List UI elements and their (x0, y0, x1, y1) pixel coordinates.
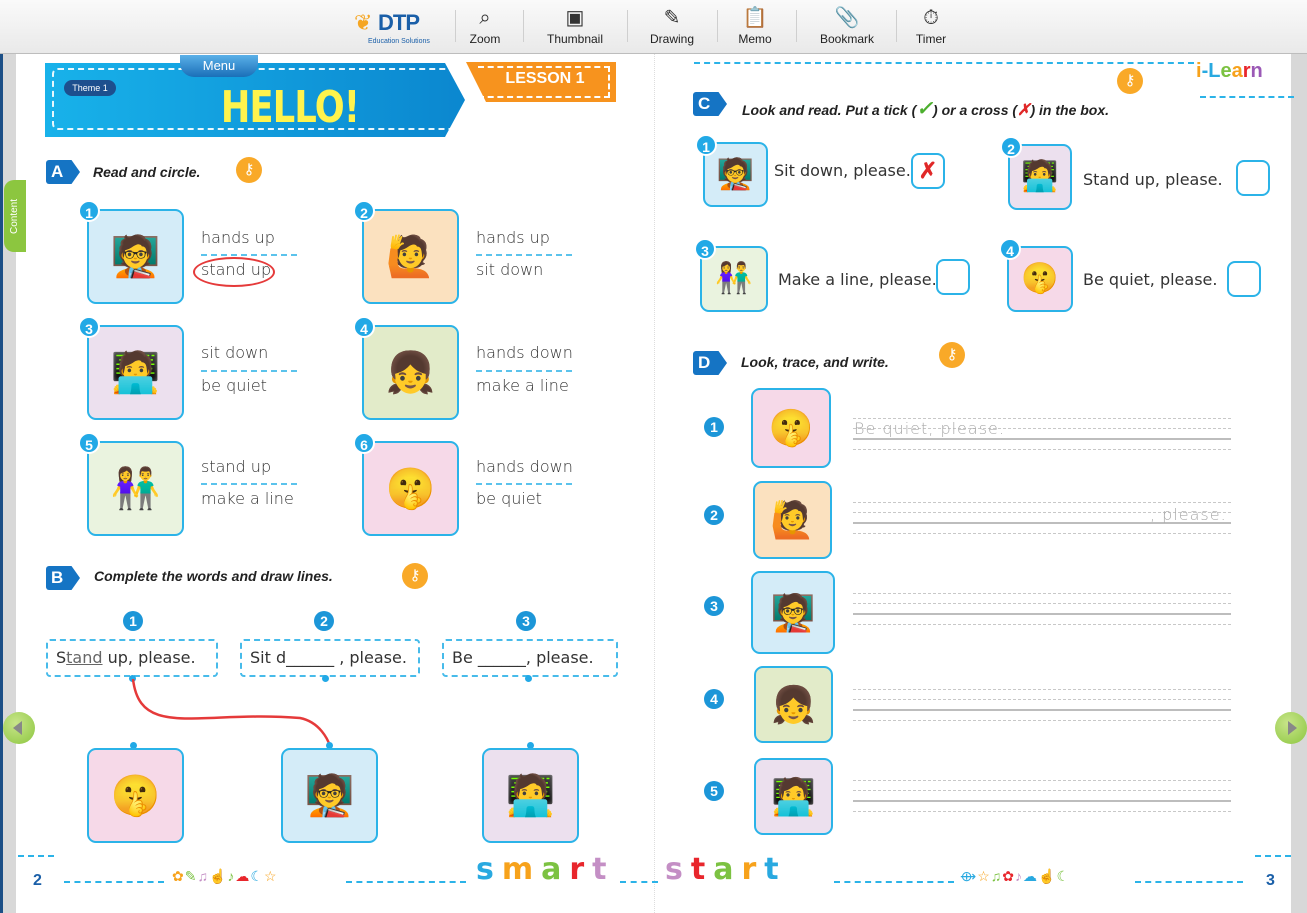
sentence: Make a line, please. (778, 270, 937, 289)
start-word: start (665, 852, 787, 887)
tick-icon: ✓ (916, 98, 934, 120)
toolbar-divider (717, 10, 718, 42)
picture-be-quiet: 🤫 (87, 748, 184, 843)
answer-checkbox[interactable] (936, 259, 970, 295)
footer-dashed-line (1255, 855, 1291, 857)
paperclip-icon: 📎 (834, 7, 860, 29)
section-d-badge: D (693, 351, 727, 375)
brand-letter: a (713, 852, 742, 887)
section-c-badge: C (693, 92, 727, 116)
section-d-title: Look, trace, and write. (741, 354, 889, 370)
footer-dashed-line (620, 881, 658, 883)
brand-letter: s (476, 852, 502, 887)
footer-dashed-line (18, 855, 54, 857)
writing-lines[interactable] (853, 593, 1231, 629)
right-frame (1291, 54, 1307, 913)
teacher-shush-icon: 🤫 (110, 773, 161, 818)
header-dashed-line (1200, 96, 1294, 98)
footer-decoration: ✿✎♫☝♪☁☾☆ (172, 868, 278, 884)
answer-checkbox[interactable] (1227, 261, 1261, 297)
brand-letter: t (592, 852, 615, 887)
answer-key-icon[interactable]: ⚷ (939, 342, 965, 368)
writing-lines[interactable] (853, 689, 1231, 725)
match-line (131, 678, 332, 747)
brand-letter: m (501, 852, 542, 887)
picture-hands-down: 👧 (754, 666, 833, 743)
footer-dashed-line (1135, 881, 1243, 883)
picture-stand-up: 🧑‍🏫 (281, 748, 378, 843)
boy-sitting-icon: 🧑‍💻 (505, 773, 556, 818)
item-number: 1 (695, 134, 717, 156)
smart-word: smart (476, 852, 615, 887)
item-number: 4 (704, 689, 724, 709)
boy-sitting-icon: 🧑‍💻 (771, 775, 816, 817)
item-number: 2 (1000, 136, 1022, 158)
teacher-shush-icon: 🤫 (768, 407, 814, 448)
toolbar-divider (896, 10, 897, 42)
boy-standing-icon: 🧑‍🏫 (716, 157, 755, 191)
header-dashed-line (694, 62, 1194, 64)
teacher-shush-icon: 🤫 (1021, 262, 1059, 295)
picture-sit-down: 🧑‍💻 (754, 758, 833, 835)
item-number: 1 (704, 417, 724, 437)
boy-standing-icon: 🧑‍🏫 (304, 773, 355, 818)
footer-decoration: ⟴☆♫✿♪☁☝☾ (960, 868, 1070, 884)
cross-icon: ✗ (1017, 102, 1031, 119)
item-number: 3 (694, 238, 716, 260)
brand-letter: a (541, 852, 570, 887)
children-line-icon: 👫 (715, 262, 753, 295)
item-number: 3 (704, 596, 724, 616)
item-number: 5 (704, 781, 724, 801)
item-number: 2 (704, 505, 724, 525)
brand-letter: t (690, 852, 714, 887)
picture-be-quiet: 🤫 (751, 388, 831, 468)
children-hands-down-icon: 👧 (771, 683, 816, 725)
footer-dashed-line (64, 881, 164, 883)
section-c-title: Look and read. Put a tick (✓) or a cross… (742, 98, 1110, 120)
brand-letter: r (741, 852, 765, 887)
bookmark-button[interactable]: 📎 Bookmark (810, 4, 884, 52)
sentence: Sit down, please. (774, 161, 911, 180)
brand-letter: t (764, 852, 787, 887)
timer-button[interactable]: ⏱ Timer (906, 4, 956, 52)
next-page-button[interactable] (1275, 712, 1307, 744)
boy-sitting-icon: 🧑‍💻 (1021, 160, 1059, 193)
footer-dashed-line (346, 881, 466, 883)
item-number: 4 (999, 238, 1021, 260)
answer-key-icon[interactable]: ⚷ (1117, 68, 1143, 94)
sentence: Stand up, please. (1083, 170, 1223, 189)
picture-hands-up: 🙋 (753, 481, 832, 559)
brand-letter: s (665, 852, 691, 887)
answer-checkbox[interactable] (1236, 160, 1270, 196)
clipboard-icon: 📋 (742, 7, 768, 29)
picture-stand-up: 🧑‍🏫 (751, 571, 835, 654)
children-hands-up-icon: 🙋 (770, 499, 815, 540)
toolbar-divider (796, 10, 797, 42)
writing-lines[interactable] (853, 780, 1231, 816)
trace-text: , please. (1150, 505, 1227, 524)
brand-letter: r (569, 852, 593, 887)
footer-dashed-line (834, 881, 954, 883)
picture-sit-down: 🧑‍💻 (482, 748, 579, 843)
boy-standing-icon: 🧑‍🏫 (770, 591, 816, 633)
memo-button[interactable]: 📋 Memo (730, 4, 780, 52)
left-page-number: 2 (33, 872, 42, 889)
right-page-number: 3 (1266, 872, 1275, 889)
answer-checkbox[interactable]: ✗ (911, 153, 945, 189)
i-learn-logo: i-Learn (1196, 60, 1263, 82)
stopwatch-icon: ⏱ (923, 7, 939, 29)
sentence: Be quiet, please. (1083, 270, 1218, 289)
trace-text: Be quiet, please. (854, 419, 1005, 438)
